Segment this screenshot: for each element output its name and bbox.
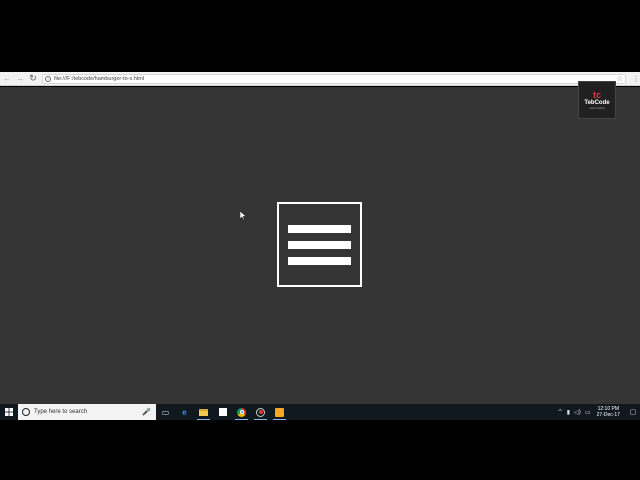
microphone-icon[interactable]: 🎤 [142, 408, 151, 416]
chrome-button[interactable] [232, 404, 251, 420]
hamburger-bar-bottom [288, 257, 351, 265]
video-letterbox-bottom [0, 420, 640, 480]
network-icon[interactable]: ▮ [567, 409, 570, 416]
hamburger-bar-top [288, 225, 351, 233]
logo-mark: tc [592, 89, 601, 100]
forward-button[interactable]: → [14, 73, 26, 85]
reload-button[interactable]: ↻ [27, 73, 39, 85]
input-language-icon[interactable]: ▭ [585, 409, 591, 416]
browser-menu-icon[interactable]: ⋮ [632, 75, 640, 83]
tray-chevron-icon[interactable]: ^ [558, 409, 563, 416]
record-icon [256, 407, 265, 417]
system-tray: ^ ▮ ◁) ▭ 12:10 PM 27-Dec-17 ▢ [556, 404, 640, 420]
windows-logo-icon [5, 408, 13, 416]
hamburger-bar-middle [288, 241, 351, 249]
start-button[interactable] [0, 404, 18, 420]
logo-tagline: Learn Coding [589, 106, 605, 110]
edge-browser-button[interactable]: e [175, 404, 194, 420]
store-button[interactable] [213, 404, 232, 420]
mouse-cursor-icon [240, 211, 246, 220]
search-placeholder[interactable]: Type here to search [34, 409, 87, 415]
file-explorer-button[interactable] [194, 404, 213, 420]
windows-taskbar: Type here to search 🎤 ▭ e ^ ▮ ◁) ▭ 12:10… [0, 404, 640, 420]
video-letterbox-top [0, 0, 640, 72]
task-view-button[interactable]: ▭ [156, 404, 175, 420]
bookmark-star-icon[interactable]: ☆ [617, 75, 623, 83]
edge-icon: e [182, 407, 187, 417]
back-button[interactable]: ← [1, 73, 13, 85]
browser-toolbar: ← → ↻ i file:///F:/tebcode/hamburger-to-… [0, 72, 640, 86]
sublime-text-button[interactable] [270, 404, 289, 420]
folder-icon [199, 408, 208, 416]
hamburger-menu-button[interactable] [277, 202, 362, 287]
store-icon [218, 408, 227, 416]
task-view-icon: ▭ [161, 407, 170, 417]
logo-name: TebCode [584, 99, 610, 106]
taskbar-clock[interactable]: 12:10 PM 27-Dec-17 [597, 406, 620, 418]
url-text[interactable]: file:///F:/tebcode/hamburger-to-x.html [54, 76, 144, 82]
info-icon[interactable]: i [45, 75, 51, 82]
clock-date: 27-Dec-17 [596, 412, 620, 418]
screen-recorder-button[interactable] [251, 404, 270, 420]
volume-icon[interactable]: ◁) [574, 409, 581, 416]
taskbar-search-box[interactable]: Type here to search 🎤 [18, 404, 156, 420]
tebcode-logo-watermark: tc TebCode Learn Coding [578, 81, 616, 119]
action-center-icon[interactable]: ▢ [626, 408, 640, 416]
sublime-text-icon [275, 407, 284, 417]
address-bar[interactable]: i file:///F:/tebcode/hamburger-to-x.html… [42, 73, 626, 84]
chrome-icon [237, 407, 246, 417]
search-icon [22, 408, 30, 416]
